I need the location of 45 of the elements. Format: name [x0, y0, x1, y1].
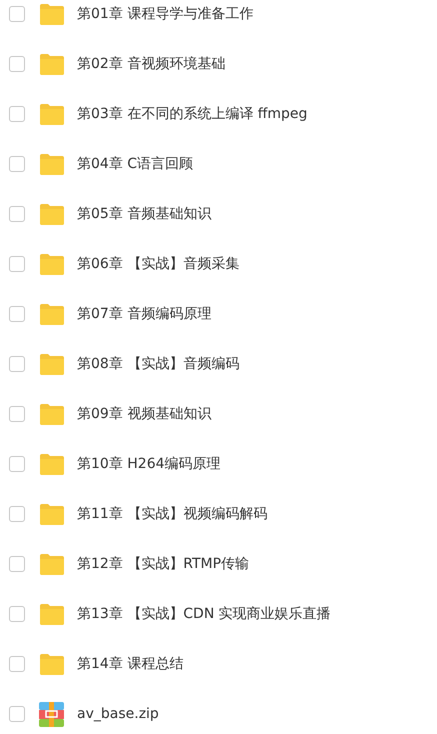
file-name[interactable]: 第03章 在不同的系统上编译 ffmpeg	[77, 105, 308, 123]
checkbox[interactable]	[9, 256, 25, 272]
folder-icon	[39, 4, 64, 24]
file-name[interactable]: 第01章 课程导学与准备工作	[77, 5, 254, 23]
checkbox[interactable]	[9, 56, 25, 72]
file-name[interactable]: 第04章 C语言回顾	[77, 155, 194, 173]
checkbox[interactable]	[9, 206, 25, 222]
checkbox[interactable]	[9, 506, 25, 522]
file-name[interactable]: 第11章 【实战】视频编码解码	[77, 505, 268, 523]
file-name[interactable]: 第02章 音视频环境基础	[77, 55, 226, 73]
checkbox[interactable]	[9, 306, 25, 322]
folder-icon	[39, 454, 64, 474]
file-name[interactable]: 第07章 音频编码原理	[77, 305, 212, 323]
folder-icon	[39, 204, 64, 224]
folder-icon	[39, 654, 64, 674]
checkbox[interactable]	[9, 156, 25, 172]
checkbox[interactable]	[9, 406, 25, 422]
file-name[interactable]: av_base.zip	[77, 706, 159, 722]
file-name[interactable]: 第05章 音频基础知识	[77, 205, 212, 223]
checkbox[interactable]	[9, 106, 25, 122]
file-name[interactable]: 第08章 【实战】音频编码	[77, 355, 240, 373]
folder-icon	[39, 104, 64, 124]
checkbox[interactable]	[9, 606, 25, 622]
file-name[interactable]: 第06章 【实战】音频采集	[77, 255, 240, 273]
file-name[interactable]: 第13章 【实战】CDN 实现商业娱乐直播	[77, 605, 331, 623]
checkbox[interactable]	[9, 356, 25, 372]
archive-icon	[39, 702, 64, 726]
folder-icon	[39, 554, 64, 574]
folder-icon	[39, 404, 64, 424]
folder-icon	[39, 154, 64, 174]
folder-icon	[39, 354, 64, 374]
checkbox[interactable]	[9, 656, 25, 672]
folder-icon	[39, 604, 64, 624]
checkbox[interactable]	[9, 706, 25, 722]
folder-icon	[39, 254, 64, 274]
checkbox[interactable]	[9, 6, 25, 22]
folder-icon	[39, 304, 64, 324]
folder-icon	[39, 54, 64, 74]
file-name[interactable]: 第09章 视频基础知识	[77, 405, 212, 423]
checkbox[interactable]	[9, 456, 25, 472]
file-name[interactable]: 第12章 【实战】RTMP传输	[77, 555, 250, 573]
file-name[interactable]: 第10章 H264编码原理	[77, 455, 221, 473]
checkbox[interactable]	[9, 556, 25, 572]
folder-icon	[39, 504, 64, 524]
file-name[interactable]: 第14章 课程总结	[77, 655, 184, 673]
